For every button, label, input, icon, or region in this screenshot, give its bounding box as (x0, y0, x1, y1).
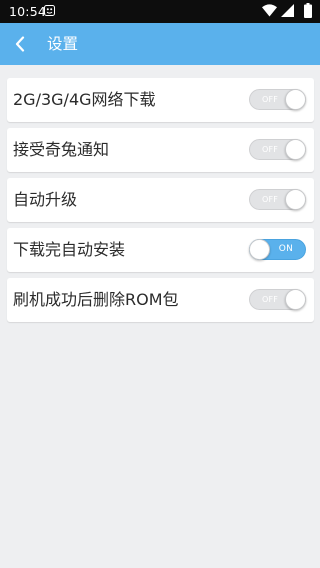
page-title: 设置 (47, 35, 79, 53)
chevron-left-icon (15, 36, 25, 52)
setting-label: 2G/3G/4G网络下载 (13, 90, 156, 109)
setting-label: 自动升级 (13, 190, 78, 209)
cell-signal-icon (281, 4, 294, 17)
setting-label: 刷机成功后删除ROM包 (13, 290, 179, 309)
toggle-knob (285, 89, 306, 110)
setting-label: 接受奇兔通知 (13, 140, 110, 159)
toggle-state-text: OFF (262, 195, 279, 204)
battery-icon (304, 3, 312, 18)
settings-list: 2G/3G/4G网络下载 OFF 接受奇兔通知 OFF 自动升级 OFF 下载完… (7, 78, 314, 328)
auto-upgrade-toggle[interactable]: OFF (249, 189, 306, 210)
back-button[interactable] (8, 30, 36, 58)
toggle-knob (249, 239, 270, 260)
setting-row-delete-rom: 刷机成功后删除ROM包 OFF (7, 278, 314, 322)
setting-row-notifications: 接受奇兔通知 OFF (7, 128, 314, 172)
notification-app-icon (44, 5, 55, 16)
toggle-knob (285, 289, 306, 310)
notifications-toggle[interactable]: OFF (249, 139, 306, 160)
delete-rom-toggle[interactable]: OFF (249, 289, 306, 310)
setting-row-network-download: 2G/3G/4G网络下载 OFF (7, 78, 314, 122)
status-time: 10:54 (9, 4, 47, 19)
toggle-state-text: OFF (262, 95, 279, 104)
toggle-state-text: ON (278, 244, 293, 254)
setting-row-auto-upgrade: 自动升级 OFF (7, 178, 314, 222)
toggle-state-text: OFF (262, 295, 279, 304)
app-bar: 设置 (0, 23, 320, 65)
wifi-icon (262, 4, 277, 17)
setting-row-auto-install: 下载完自动安装 ON (7, 228, 314, 272)
toggle-state-text: OFF (262, 145, 279, 154)
setting-label: 下载完自动安装 (13, 240, 126, 259)
toggle-knob (285, 189, 306, 210)
network-download-toggle[interactable]: OFF (249, 89, 306, 110)
toggle-knob (285, 139, 306, 160)
auto-install-toggle[interactable]: ON (249, 239, 306, 260)
status-bar: 10:54 (0, 0, 320, 23)
